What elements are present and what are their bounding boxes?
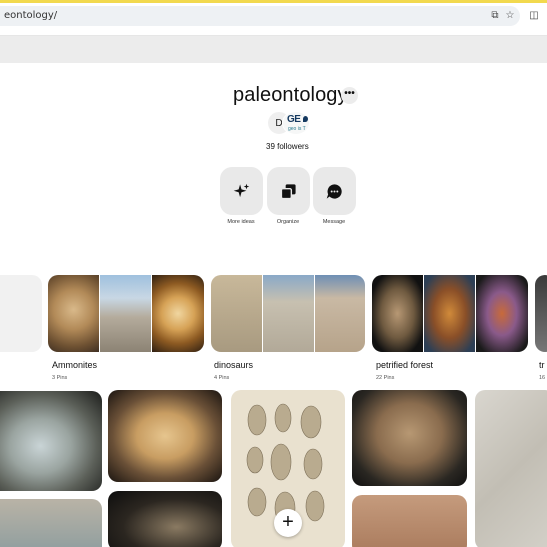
ammonite-photo (48, 275, 99, 352)
sparkle-icon (233, 183, 250, 198)
pin-fossil-image[interactable] (352, 390, 467, 486)
petrified-wood-photo (372, 275, 423, 352)
map-pin-icon (303, 116, 308, 122)
section-card-petrified-forest[interactable] (372, 275, 528, 352)
section-card-partial[interactable] (0, 275, 42, 352)
section-card-ammonites[interactable] (48, 275, 204, 352)
section-name[interactable]: petrified forest (376, 360, 433, 370)
section-pin-count: 3 Pins (52, 375, 68, 381)
add-pin-button[interactable]: + (274, 509, 302, 537)
avatar-logo[interactable]: GE geo is T (282, 111, 310, 135)
board-title: paleontology (233, 84, 348, 106)
section-card-partial-right[interactable] (535, 275, 547, 352)
organize-button[interactable] (267, 167, 310, 215)
followers-count[interactable]: 39 followers (266, 142, 309, 151)
dinosaur-photo (315, 275, 365, 352)
dinosaur-photo (263, 275, 314, 352)
more-ideas-button[interactable] (220, 167, 263, 215)
pin-fossil-image[interactable] (108, 390, 222, 482)
message-icon (326, 184, 342, 199)
pin-fossil-image[interactable] (108, 491, 222, 547)
pin-starfish-image[interactable] (352, 495, 467, 547)
message-label: Message (322, 219, 346, 225)
petrified-wood-photo (424, 275, 475, 352)
toolbar-strip (0, 28, 547, 36)
message-button[interactable] (313, 167, 356, 215)
ammonite-photo (100, 275, 151, 352)
url-text: eontology/ (4, 10, 58, 21)
section-name[interactable]: dinosaurs (214, 360, 253, 370)
logo-text: GE (287, 114, 301, 125)
petrified-wood-photo (476, 275, 528, 352)
url-field[interactable]: eontology/ (0, 6, 520, 26)
section-pin-count: 4 Pins (214, 375, 230, 381)
logo-subtext: geo is T (288, 126, 306, 132)
address-bar: eontology/ ⧉ ☆ ◫ (0, 3, 547, 28)
section-name[interactable]: tr (539, 360, 545, 370)
ammonite-photo (152, 275, 204, 352)
section-pin-count: 16 (539, 375, 546, 381)
section-card-dinosaurs[interactable] (211, 275, 365, 352)
profile-icon[interactable]: ◫ (527, 9, 541, 23)
pin-fossil-image[interactable] (0, 499, 102, 547)
more-options-button[interactable]: ••• (341, 87, 358, 104)
organize-label: Organize (276, 219, 300, 225)
extension-icon[interactable]: ⧉ (488, 9, 502, 23)
organize-icon (280, 184, 296, 200)
section-pin-count: 22 Pins (376, 375, 395, 381)
more-ideas-label: More ideas (227, 219, 255, 225)
dinosaur-photo (211, 275, 262, 352)
section-name[interactable]: Ammonites (52, 360, 97, 370)
collaborator-avatars[interactable]: D GE geo is T (267, 111, 311, 135)
pin-archaeopteryx-image[interactable] (475, 390, 547, 547)
page-header-band (0, 36, 547, 63)
pin-fossil-image[interactable] (0, 391, 102, 491)
star-icon[interactable]: ☆ (503, 9, 517, 23)
